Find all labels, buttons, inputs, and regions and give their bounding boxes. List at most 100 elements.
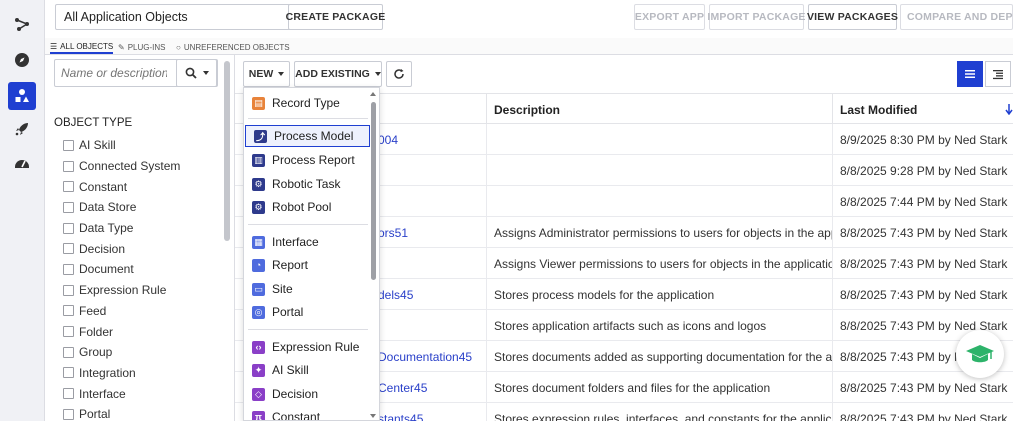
ai-skill-icon: ✦ [252, 363, 265, 377]
object-type-option[interactable]: Document [63, 259, 180, 280]
object-name-link[interactable]: ors51 [371, 217, 486, 248]
top-bar: All Application Objects CREATE PACKAGE E… [45, 0, 1013, 38]
menu-item-portal[interactable]: ◎ Portal [244, 301, 369, 323]
robot-pool-icon: ⚙ [252, 200, 265, 214]
object-type-option[interactable]: Decision [63, 238, 180, 259]
object-type-option[interactable]: Interface [63, 383, 180, 404]
object-type-option[interactable]: Connected System [63, 156, 180, 177]
object-type-option[interactable]: Data Store [63, 197, 180, 218]
menu-item-decision[interactable]: ◇ Decision [244, 383, 369, 405]
option-label: Data Type [79, 221, 134, 236]
menu-item-constant[interactable]: π Constant [244, 406, 369, 420]
rail-item-objects[interactable] [8, 82, 36, 110]
refresh-button[interactable] [386, 61, 412, 87]
object-last-modified: 8/8/2025 7:44 PM by Ned Stark [832, 186, 1013, 217]
column-header-description[interactable]: Description [486, 94, 832, 125]
object-type-option[interactable]: Data Type [63, 218, 180, 239]
object-description: Stores document folders and files for th… [486, 372, 832, 403]
checkbox[interactable] [63, 408, 74, 420]
new-button[interactable]: NEW [243, 61, 290, 87]
search-input[interactable] [55, 61, 173, 85]
object-name-link[interactable] [371, 186, 486, 217]
object-description: Assigns Viewer permissions to users for … [486, 248, 832, 279]
menu-item-process-model[interactable]: ⤴ Process Model [245, 125, 370, 147]
search-button[interactable] [176, 59, 218, 87]
view-packages-button[interactable]: VIEW PACKAGES [807, 4, 898, 30]
rail-item-deploy[interactable] [8, 115, 36, 143]
record-type-icon: ▤ [252, 96, 265, 110]
object-name-link[interactable] [371, 155, 486, 186]
network-icon [15, 18, 29, 31]
filter-panel: OBJECT TYPE AI Skill Connected System Co… [45, 55, 235, 421]
tab-unreferenced-objects[interactable]: ○ UNREFERENCED OBJECTS [176, 40, 290, 54]
rail-item-explore[interactable] [8, 46, 36, 74]
menu-item-robot-pool[interactable]: ⚙ Robot Pool [244, 196, 369, 218]
menu-item-report[interactable]: ◔ Report [244, 254, 369, 276]
object-type-option[interactable]: Feed [63, 301, 180, 322]
object-name-link[interactable]: Center45 [371, 372, 486, 403]
object-type-heading: OBJECT TYPE [54, 117, 133, 129]
object-last-modified: 8/9/2025 8:30 PM by Ned Stark [832, 124, 1013, 155]
checkbox[interactable] [63, 326, 74, 338]
object-name-link[interactable]: stants45 [371, 403, 486, 421]
menu-item-expression-rule[interactable]: ‹› Expression Rule [244, 336, 369, 358]
checkbox[interactable] [63, 201, 74, 213]
export-app-button[interactable]: EXPORT APP [634, 4, 705, 30]
rail-item-relationships[interactable] [8, 10, 36, 38]
object-type-option[interactable]: Expression Rule [63, 280, 180, 301]
object-type-option[interactable]: Group [63, 342, 180, 363]
create-package-button[interactable]: CREATE PACKAGE [286, 4, 385, 30]
object-tabs: ☰ ALL OBJECTS ✎ PLUG-INS ○ UNREFERENCED … [45, 38, 1013, 55]
object-type-option[interactable]: Integration [63, 363, 180, 384]
compare-deploy-button[interactable]: COMPARE AND DEPLOY [900, 4, 1013, 30]
tab-all-objects[interactable]: ☰ ALL OBJECTS [50, 40, 114, 54]
object-last-modified: 8/8/2025 7:43 PM by Ned Stark [832, 217, 1013, 248]
tab-plug-ins[interactable]: ✎ PLUG-INS [118, 40, 166, 54]
import-package-button[interactable]: IMPORT PACKAGE [707, 4, 805, 30]
checkbox[interactable] [63, 284, 74, 296]
menu-item-site[interactable]: ▭ Site [244, 278, 369, 300]
checkbox[interactable] [63, 346, 74, 358]
menu-item-label: Process Model [274, 129, 354, 143]
plug-icon: ✎ [118, 42, 125, 52]
learning-center-button[interactable] [956, 330, 1004, 378]
checkbox[interactable] [63, 181, 74, 193]
process-report-icon: ▥ [252, 153, 265, 167]
detail-view-toggle[interactable] [985, 61, 1011, 87]
option-label: Connected System [79, 159, 181, 174]
interface-icon: ▦ [252, 235, 265, 249]
list-view-toggle[interactable] [957, 61, 983, 87]
checkbox[interactable] [63, 305, 74, 317]
object-type-option[interactable]: AI Skill [63, 135, 180, 156]
checkbox[interactable] [63, 222, 74, 234]
rail-item-monitoring[interactable] [8, 149, 36, 177]
scroll-down-icon[interactable] [370, 414, 376, 418]
column-header-last-modified[interactable]: Last Modified [832, 94, 1013, 125]
object-type-option[interactable]: Portal [63, 404, 180, 421]
checkbox[interactable] [63, 367, 74, 379]
object-type-option[interactable]: Constant [63, 176, 180, 197]
menu-item-record-type[interactable]: ▤ Record Type [244, 92, 369, 114]
object-type-option[interactable]: Folder [63, 321, 180, 342]
object-name-link[interactable]: dels45 [371, 279, 486, 310]
object-name-link[interactable]: 004 [371, 124, 486, 155]
menu-item-process-report[interactable]: ▥ Process Report [244, 149, 369, 171]
checkbox[interactable] [63, 243, 74, 255]
menu-item-ai-skill[interactable]: ✦ AI Skill [244, 359, 369, 381]
object-name-link[interactable] [371, 310, 486, 341]
menu-item-robotic-task[interactable]: ⚙ Robotic Task [244, 173, 369, 195]
option-label: Folder [79, 324, 114, 339]
checkbox[interactable] [63, 160, 74, 172]
menu-item-interface[interactable]: ▦ Interface [244, 231, 369, 253]
object-name-link[interactable]: Documentation45 [371, 341, 486, 372]
add-existing-button[interactable]: ADD EXISTING [294, 61, 382, 87]
object-name-link[interactable] [371, 248, 486, 279]
checkbox[interactable] [63, 388, 74, 400]
menu-scrollbar[interactable] [371, 102, 376, 280]
checkbox[interactable] [63, 139, 74, 151]
scroll-up-icon[interactable] [370, 92, 376, 96]
chevron-down-icon [278, 72, 285, 76]
checkbox[interactable] [63, 263, 74, 275]
object-description: Assigns Administrator permissions to use… [486, 217, 832, 248]
filter-scrollbar[interactable] [224, 61, 230, 241]
